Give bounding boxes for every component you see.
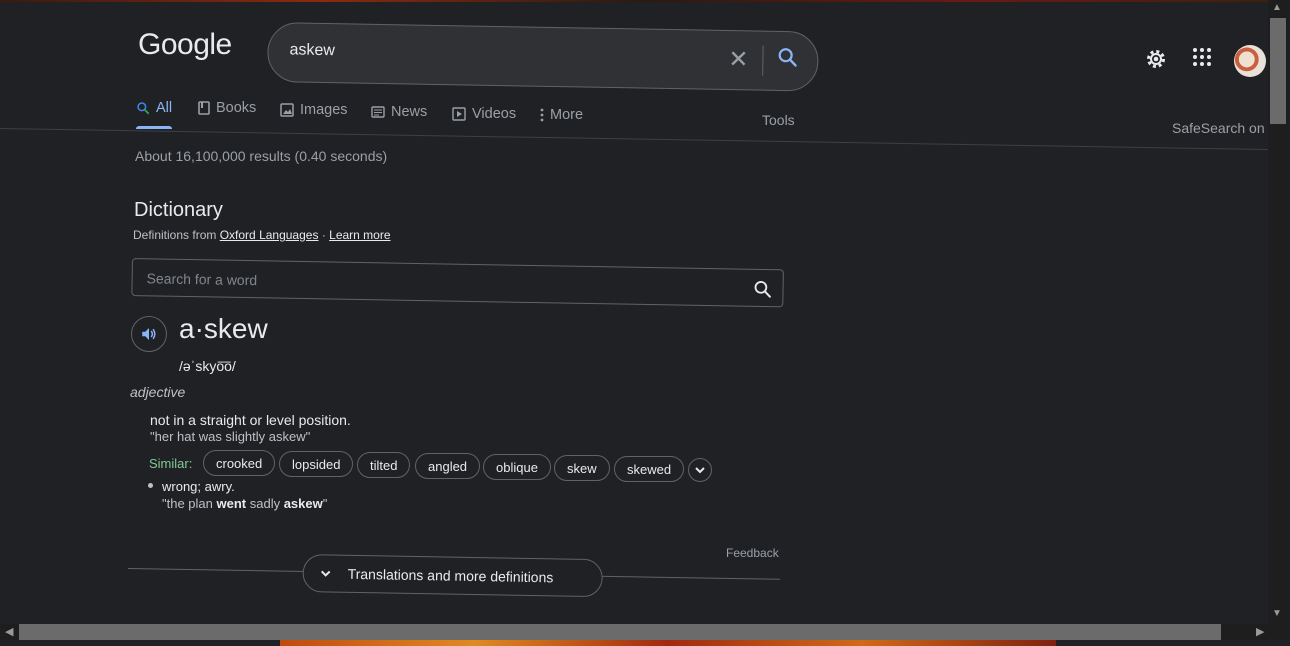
source-separator: · [321, 228, 326, 242]
header-divider [0, 128, 1270, 151]
more-definitions-button[interactable]: Translations and more definitions [302, 554, 603, 598]
definition-2: wrong; awry. [162, 479, 235, 494]
tab-all[interactable]: All [136, 100, 172, 116]
image-icon [280, 103, 294, 117]
speaker-icon [142, 328, 156, 340]
tab-label: Videos [472, 106, 517, 122]
pronunciation-button[interactable] [131, 316, 167, 352]
tab-label: All [156, 100, 173, 116]
similar-chip[interactable]: tilted [357, 452, 411, 478]
word-search-placeholder: Search for a word [146, 270, 258, 289]
tab-label: News [391, 104, 428, 120]
dictionary-source: Definitions from Oxford Languages · Lear… [133, 228, 391, 242]
search-icon [137, 102, 150, 115]
search-icon[interactable] [776, 46, 798, 73]
part-of-speech: adjective [130, 384, 186, 400]
similar-chip[interactable]: angled [415, 453, 481, 479]
tab-books[interactable]: Books [198, 100, 256, 116]
example-text: sadly [246, 496, 284, 511]
tab-label: More [550, 107, 584, 123]
phonetic: /əˈskyo͞o/ [179, 358, 236, 374]
similar-chip[interactable]: oblique [483, 454, 551, 480]
tab-videos[interactable]: Videos [452, 106, 516, 122]
settings-gear-icon[interactable] [1144, 47, 1168, 76]
search-divider [762, 45, 764, 76]
similar-chip[interactable]: skewed [614, 456, 685, 482]
more-vert-icon [540, 108, 544, 122]
example-emphasis: went [216, 496, 247, 511]
example-1: "her hat was slightly askew" [150, 429, 311, 444]
example-emphasis: askew [283, 496, 323, 511]
search-box[interactable]: askew ✕ [266, 22, 819, 92]
definition-bullet [148, 483, 153, 488]
tab-label: Books [216, 100, 257, 116]
word-search-field[interactable]: Search for a word [131, 258, 784, 308]
tools-button[interactable]: Tools [762, 112, 795, 128]
google-apps-icon[interactable] [1192, 47, 1212, 72]
google-logo[interactable]: Google [138, 28, 232, 62]
dictionary-title: Dictionary [134, 199, 223, 221]
scroll-down-arrow-icon[interactable]: ▼ [1272, 608, 1282, 619]
similar-chip[interactable]: skew [554, 455, 610, 481]
horizontal-scroll-thumb[interactable] [19, 624, 1221, 640]
example-text: " [322, 496, 328, 511]
oxford-languages-link[interactable]: Oxford Languages [220, 228, 319, 242]
more-definitions-label: Translations and more definitions [347, 565, 554, 586]
result-stats: About 16,100,000 results (0.40 seconds) [135, 148, 388, 164]
feedback-link[interactable]: Feedback [726, 546, 779, 560]
vertical-scroll-thumb[interactable] [1270, 18, 1286, 124]
chevron-down-icon [320, 570, 331, 577]
tab-label: Images [300, 102, 348, 118]
tab-news[interactable]: News [371, 104, 427, 120]
scroll-up-arrow-icon[interactable]: ▲ [1272, 2, 1282, 13]
desktop-background-strip [280, 640, 1056, 646]
similar-label: Similar: [149, 456, 193, 471]
example-text: "the plan [162, 496, 217, 511]
learn-more-link[interactable]: Learn more [329, 228, 390, 242]
clear-icon[interactable]: ✕ [728, 45, 749, 74]
example-2: "the plan went sadly askew" [162, 496, 327, 511]
active-tab-indicator [136, 126, 172, 129]
search-input[interactable]: askew [289, 41, 335, 60]
scroll-right-arrow-icon[interactable]: ▶ [1256, 625, 1264, 638]
chevron-down-icon [695, 467, 705, 474]
video-icon [452, 107, 466, 121]
search-icon[interactable] [752, 279, 772, 304]
tab-images[interactable]: Images [280, 102, 348, 118]
expand-similar-button[interactable] [688, 458, 712, 482]
tab-more[interactable]: More [540, 107, 583, 123]
similar-chip[interactable]: crooked [203, 450, 276, 476]
headword: a·skew [179, 313, 268, 344]
definition-1: not in a straight or level position. [150, 412, 351, 428]
scroll-left-arrow-icon[interactable]: ◀ [5, 625, 13, 638]
similar-chip[interactable]: lopsided [279, 451, 354, 477]
safesearch-status[interactable]: SafeSearch on [1172, 120, 1265, 136]
desktop-background-strip [0, 0, 1290, 2]
source-prefix: Definitions from [133, 228, 217, 242]
account-avatar[interactable] [1234, 45, 1266, 77]
scrollbar-corner [1268, 624, 1290, 640]
book-icon [198, 101, 210, 115]
news-icon [371, 106, 385, 118]
